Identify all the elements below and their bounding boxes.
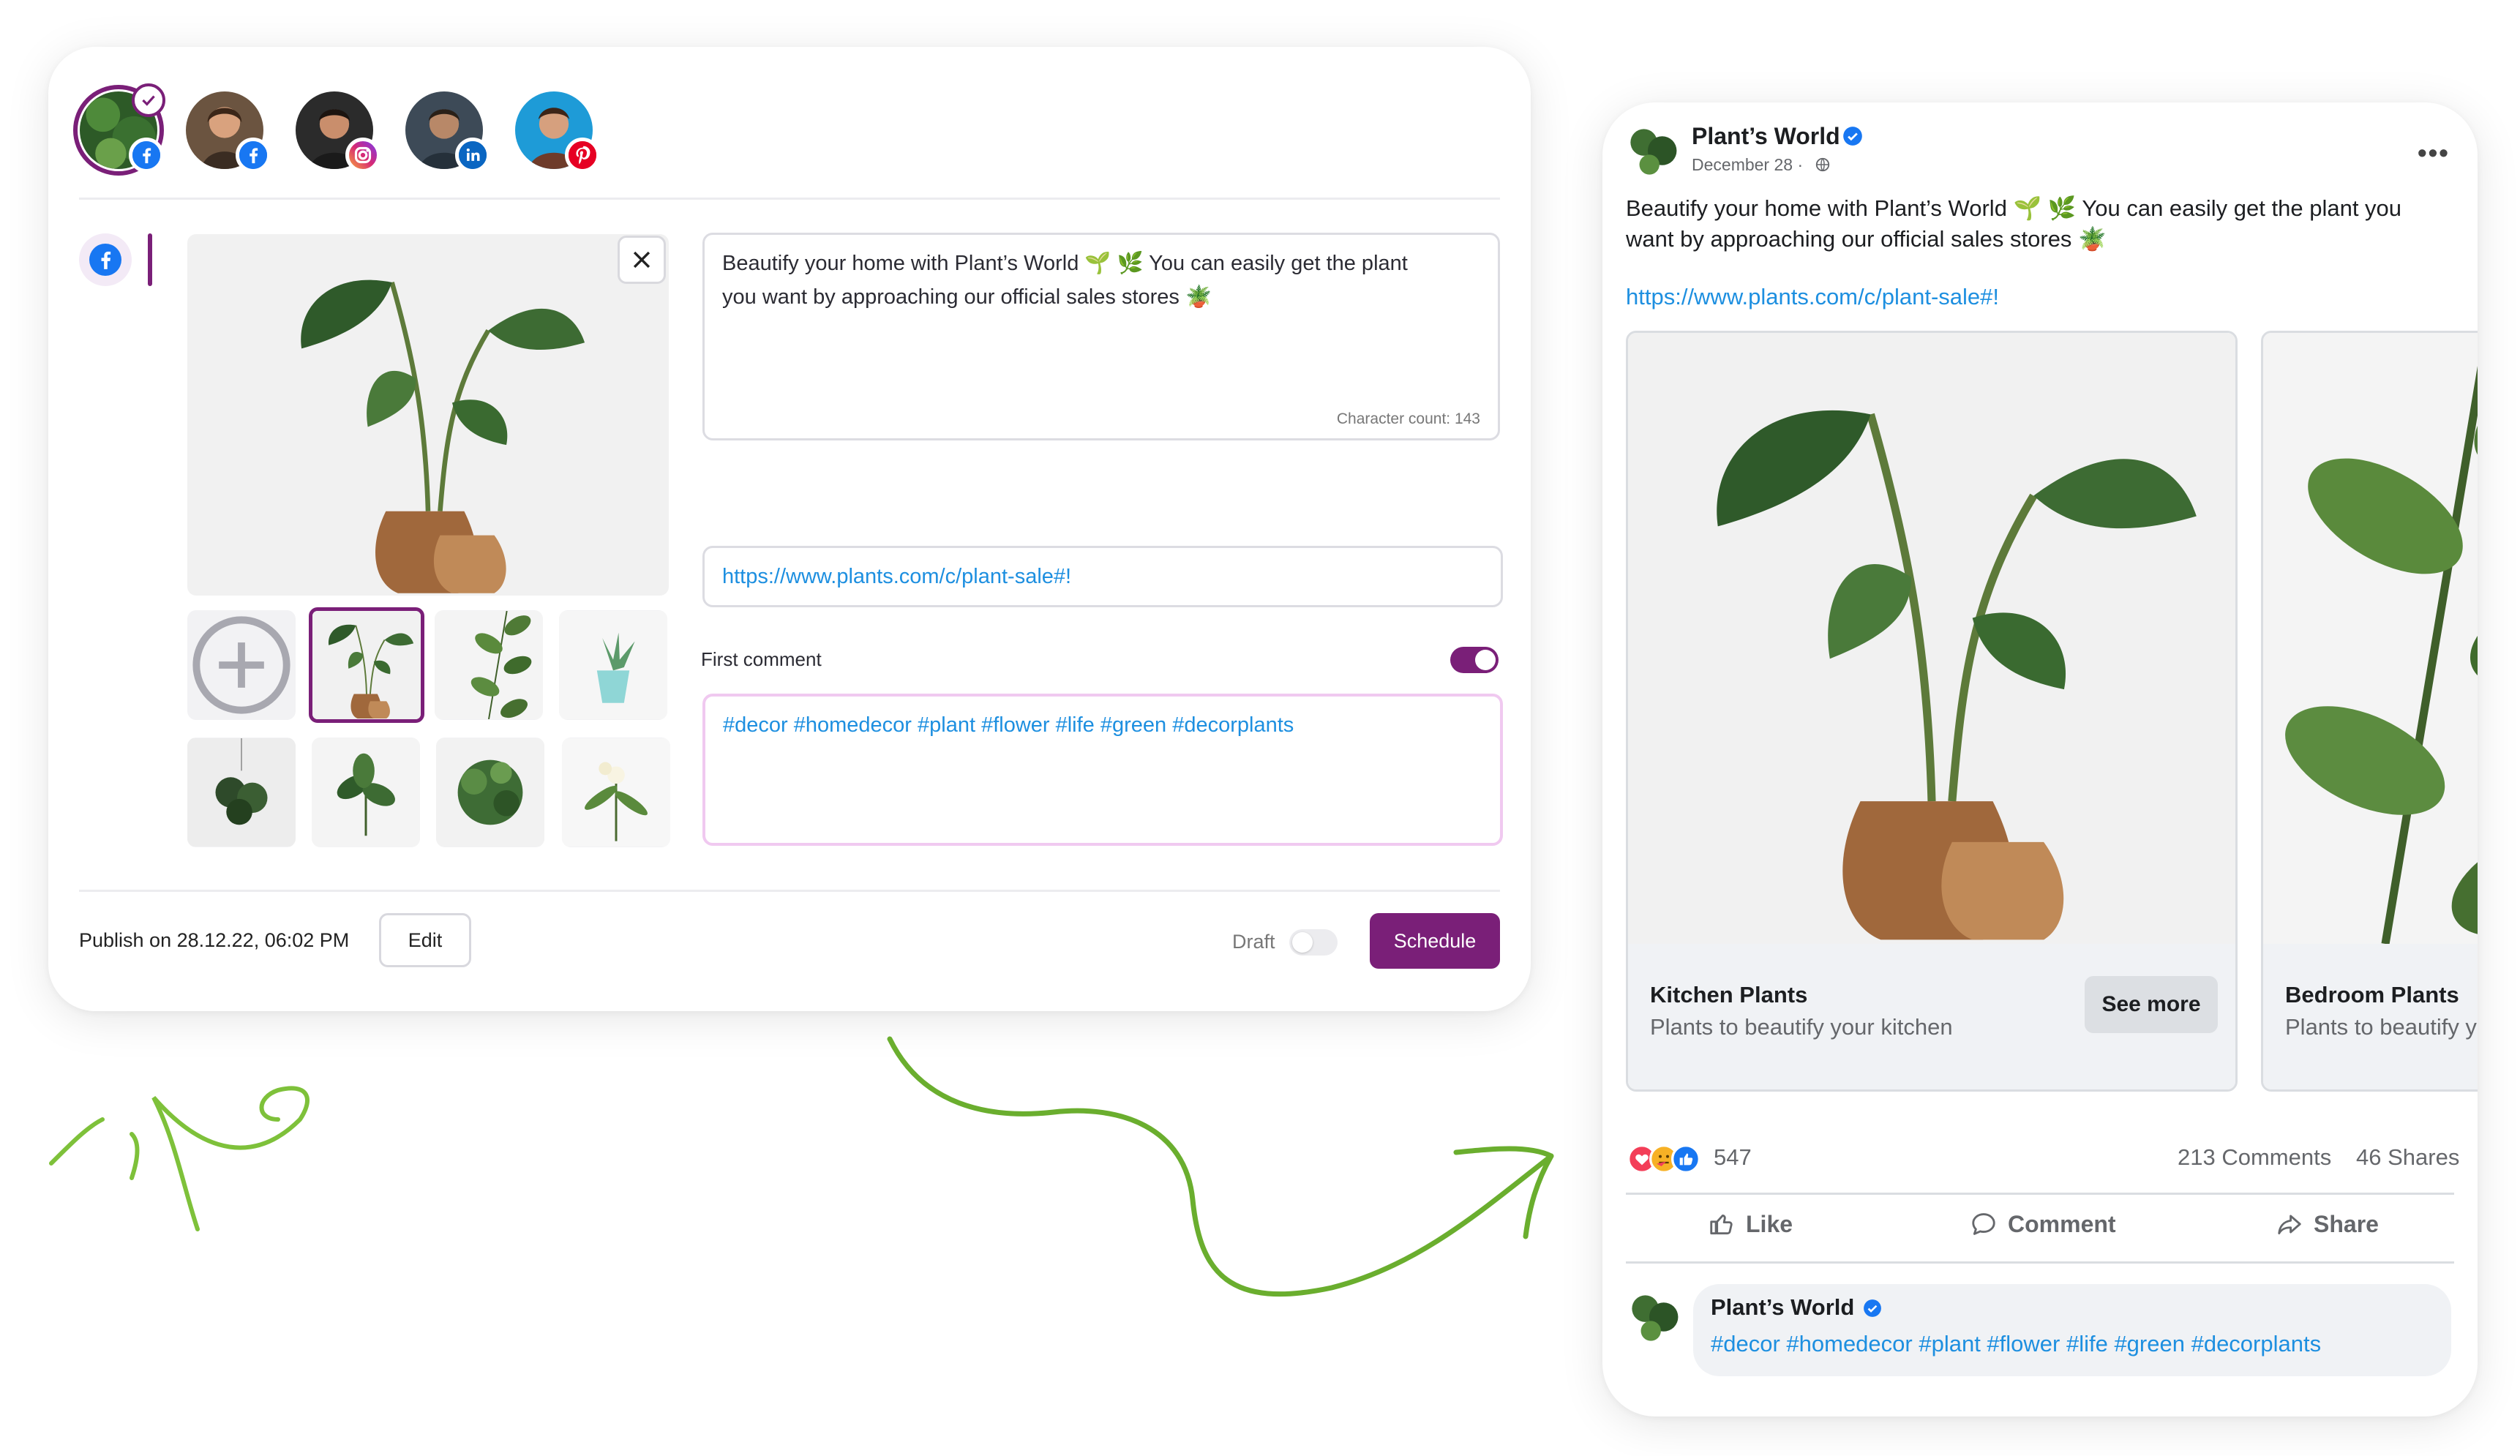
thumbnail[interactable]	[435, 610, 543, 720]
comment-author-avatar[interactable]	[1626, 1289, 1681, 1345]
see-more-button[interactable]: See more	[2085, 976, 2218, 1033]
doodle-sprout	[49, 1086, 310, 1231]
actions-divider-bottom	[1626, 1261, 2454, 1264]
draft-toggle[interactable]	[1289, 929, 1338, 956]
active-platform-indicator	[148, 233, 152, 286]
comment-label: Comment	[2008, 1210, 2116, 1237]
arrow-icon	[887, 1036, 1554, 1296]
linkedin-icon	[455, 138, 490, 173]
edit-button[interactable]: Edit	[379, 913, 471, 967]
comment-bubble: Plant’s World #decor #homedecor #plant #…	[1693, 1284, 2451, 1376]
share-icon	[2278, 1215, 2301, 1235]
facebook-post-preview: Plant’s World December 28 · ••• Beautify…	[1602, 102, 2478, 1416]
comment-author[interactable]: Plant’s World	[1711, 1294, 1854, 1321]
facebook-icon	[129, 138, 164, 173]
like-label: Like	[1746, 1210, 1793, 1237]
schedule-button[interactable]: Schedule	[1370, 913, 1500, 969]
verified-badge-icon	[1843, 127, 1862, 146]
remove-image-button[interactable]	[618, 236, 666, 284]
globe-icon	[1815, 157, 1830, 172]
thumbnail[interactable]	[562, 738, 670, 847]
card-subtitle: Plants to beautify y	[2285, 1014, 2477, 1040]
actions-divider-top	[1626, 1193, 2454, 1195]
verified-badge-icon	[1864, 1299, 1881, 1317]
post-text-line-2: you want by approaching our official sal…	[722, 285, 1212, 309]
comment-button[interactable]: Comment	[1970, 1210, 2116, 1238]
reaction-icons[interactable]	[1627, 1144, 1703, 1174]
publish-date: Publish on 28.12.22, 06:02 PM	[79, 929, 350, 951]
main-post-image	[187, 234, 669, 596]
reactions-count[interactable]: 547	[1714, 1144, 1752, 1171]
thumbnail[interactable]	[559, 610, 667, 720]
thumbnail[interactable]	[312, 738, 420, 847]
comment-icon	[1972, 1213, 1995, 1235]
facebook-icon	[89, 244, 121, 276]
thumbs-up-icon	[1710, 1215, 1733, 1235]
link-field[interactable]: https://www.plants.com/c/plant-sale#!	[702, 546, 1503, 607]
card-subtitle: Plants to beautify your kitchen	[1650, 1014, 1953, 1040]
draft-label: Draft	[1232, 931, 1275, 953]
link-text: https://www.plants.com/c/plant-sale#!	[722, 565, 1072, 588]
pinterest-icon	[565, 138, 600, 173]
close-icon	[633, 251, 650, 269]
facebook-icon	[236, 138, 271, 173]
like-button[interactable]: Like	[1708, 1210, 1793, 1238]
platform-tab-facebook[interactable]	[79, 233, 132, 286]
more-options-icon[interactable]: •••	[2418, 138, 2450, 168]
card-image	[1628, 333, 2235, 944]
post-link[interactable]: https://www.plants.com/c/plant-sale#!	[1626, 282, 1999, 312]
header-divider	[79, 198, 1500, 200]
footer-divider	[79, 890, 1500, 892]
thumbnail[interactable]	[187, 738, 296, 847]
share-label: Share	[2314, 1210, 2379, 1237]
card-image	[2263, 333, 2478, 944]
carousel-card[interactable]: Bedroom Plants Plants to beautify y	[2261, 331, 2478, 1092]
first-comment-toggle[interactable]	[1450, 647, 1499, 673]
like-reaction-icon	[1671, 1144, 1700, 1174]
comments-count[interactable]: 213 Comments	[2178, 1144, 2331, 1171]
shares-count[interactable]: 46 Shares	[2356, 1144, 2459, 1171]
card-title: Bedroom Plants	[2285, 982, 2459, 1007]
post-editor-card: Beautify your home with Plant’s World 🌱 …	[48, 47, 1531, 1011]
page-avatar[interactable]	[1624, 123, 1680, 179]
card-title: Kitchen Plants	[1650, 982, 1808, 1007]
post-text-field[interactable]: Beautify your home with Plant’s World 🌱 …	[702, 233, 1500, 440]
post-text-line-1: Beautify your home with Plant’s World 🌱 …	[1626, 195, 2402, 221]
thumbnail-selected[interactable]	[309, 607, 424, 723]
post-text-line-1: Beautify your home with Plant’s World 🌱 …	[722, 252, 1408, 275]
instagram-icon	[345, 138, 380, 173]
check-icon	[132, 83, 165, 117]
character-count: Character count: 143	[1336, 410, 1480, 427]
post-date[interactable]: December 28 ·	[1692, 155, 1803, 175]
add-image-button[interactable]	[187, 610, 296, 720]
carousel-card[interactable]: Kitchen Plants Plants to beautify your k…	[1626, 331, 2238, 1092]
comment-text: #decor #homedecor #plant #flower #life #…	[1711, 1331, 2322, 1356]
share-button[interactable]: Share	[2276, 1210, 2379, 1238]
first-comment-text: #decor #homedecor #plant #flower #life #…	[723, 713, 1294, 737]
thumbnail[interactable]	[436, 738, 544, 847]
post-text-line-2: want by approaching our official sales s…	[1626, 226, 2107, 252]
plus-circle-icon	[192, 616, 290, 714]
page-name[interactable]: Plant’s World	[1692, 123, 1840, 150]
first-comment-label: First comment	[701, 648, 822, 670]
first-comment-field[interactable]: #decor #homedecor #plant #flower #life #…	[702, 694, 1503, 846]
